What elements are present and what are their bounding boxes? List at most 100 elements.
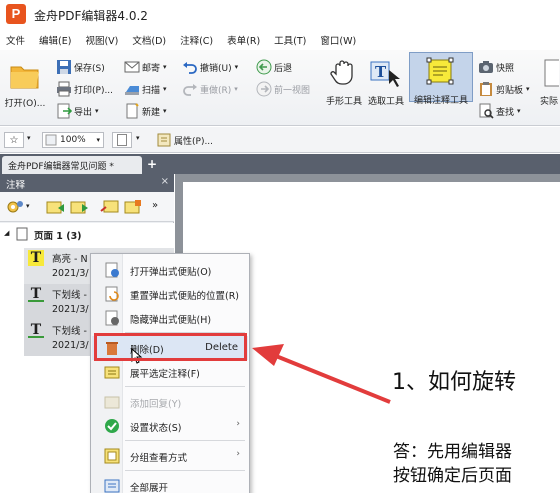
- email-button[interactable]: 邮寄 ▾: [124, 58, 167, 76]
- undo-button[interactable]: 撤销(U) ▾: [182, 58, 238, 76]
- menu-window[interactable]: 窗口(W): [320, 33, 356, 47]
- new-label: 新建: [142, 107, 161, 118]
- text-cursor-icon: T: [369, 56, 403, 90]
- settings-toggle-button[interactable]: ☆: [4, 132, 24, 148]
- new-button[interactable]: 新建 ▾: [124, 102, 167, 120]
- save-button[interactable]: 保存(S): [56, 58, 105, 76]
- export-button[interactable]: 导出 ▾: [56, 102, 99, 120]
- open-button[interactable]: 打开(O)...: [2, 58, 48, 109]
- mail-icon: [124, 59, 140, 75]
- edit-annotation-tool-label: 编辑注释工具: [413, 96, 468, 106]
- printer-icon: [56, 81, 72, 97]
- menu-item-expand-all[interactable]: 全部展开: [92, 474, 248, 493]
- next-annotation-icon[interactable]: [46, 199, 66, 218]
- window-title: 金舟PDF编辑器4.0.2: [34, 9, 148, 23]
- menu-item-set-status[interactable]: 设置状态(S) ›: [92, 414, 248, 438]
- menu-item-add-reply[interactable]: 添加回复(Y): [92, 390, 248, 414]
- edit-annotation-tool-button[interactable]: 编辑注释工具: [409, 52, 473, 106]
- underline-text-icon: T: [28, 286, 44, 302]
- expand-all-icon: [104, 478, 120, 493]
- email-label: 邮寄: [142, 63, 161, 74]
- page-layout-icon: [117, 134, 127, 146]
- hand-icon: [327, 56, 361, 90]
- annotation-date: 2021/3/: [52, 304, 89, 315]
- menu-form[interactable]: 表单(R): [227, 33, 260, 47]
- comments-panel-title: 注释: [6, 180, 26, 191]
- menu-item-hide-popup[interactable]: 隐藏弹出式便贴(H): [92, 306, 248, 330]
- settings-gear-icon[interactable]: [6, 199, 24, 218]
- page-icon: [539, 56, 560, 90]
- tab-document[interactable]: 金舟PDF编辑器常见问题 *: [2, 156, 142, 174]
- menu-comment[interactable]: 注释(C): [180, 33, 213, 47]
- clipboard-button[interactable]: 剪贴板 ▾: [478, 80, 530, 98]
- back-label: 后退: [274, 63, 293, 74]
- tutorial-highlight-box: [94, 333, 247, 361]
- menu-tools[interactable]: 工具(T): [274, 33, 306, 47]
- page-layout-dropdown-icon[interactable]: ▾: [136, 134, 140, 142]
- menu-edit[interactable]: 编辑(E): [39, 33, 71, 47]
- reply-icon: [104, 394, 120, 410]
- find-label: 查找: [496, 107, 515, 118]
- menu-item-reset-popup-position[interactable]: 重置弹出式便贴的位置(R): [92, 282, 248, 306]
- snapshot-button[interactable]: 快照: [478, 58, 514, 76]
- menu-item-label: 展平选定注释(F): [130, 369, 200, 380]
- menu-item-label: 分组查看方式: [130, 453, 188, 464]
- menu-document[interactable]: 文档(D): [132, 33, 166, 47]
- menu-item-label: 隐藏弹出式便贴(H): [130, 315, 212, 326]
- document-heading: 1、如何旋转: [392, 370, 516, 395]
- menu-item-open-popup[interactable]: 打开弹出式便贴(O): [92, 258, 248, 282]
- scanner-icon: [124, 81, 140, 97]
- menu-item-label: 重置弹出式便贴的位置(R): [130, 291, 240, 302]
- page-layout-button[interactable]: [112, 132, 132, 148]
- more-tools-icon[interactable]: »: [152, 200, 158, 211]
- document-tab-strip: 金舟PDF编辑器常见问题 * +: [0, 154, 560, 174]
- app-logo-icon: P: [6, 4, 26, 24]
- settings-dropdown-icon[interactable]: ▾: [27, 134, 31, 142]
- page-icon: [16, 227, 28, 244]
- menu-item-label: 设置状态(S): [130, 423, 182, 434]
- hand-tool-button[interactable]: 手形工具: [322, 56, 366, 107]
- menu-item-group-view[interactable]: 分组查看方式 ›: [92, 444, 248, 468]
- menu-separator: [125, 386, 245, 387]
- redo-icon: [182, 81, 198, 97]
- actual-size-button[interactable]: 实际: [538, 56, 560, 107]
- collapse-triangle-icon[interactable]: ◢: [4, 229, 9, 237]
- save-label: 保存(S): [74, 63, 105, 74]
- actual-size-label: 实际: [539, 97, 558, 107]
- email-dropdown-icon: ▾: [163, 63, 167, 71]
- annotation-reply-icon[interactable]: [100, 199, 120, 218]
- settings-gear-dropdown-icon[interactable]: ▾: [26, 202, 30, 210]
- menu-item-label: 全部展开: [130, 483, 169, 493]
- panel-close-icon[interactable]: ×: [161, 176, 169, 187]
- export-icon: [56, 103, 73, 119]
- redo-button[interactable]: 重做(R) ▾: [182, 80, 238, 98]
- export-label: 导出: [74, 107, 93, 118]
- hand-tool-label: 手形工具: [325, 97, 362, 107]
- print-button[interactable]: 打印(P)...: [56, 80, 113, 98]
- properties-toolbar: ☆ ▾ 100% ▾ ▾ 属性(P)...: [0, 127, 560, 153]
- forward-label: 前一视图: [274, 85, 311, 96]
- find-button[interactable]: 查找 ▾: [478, 102, 521, 120]
- annotation-flag-icon[interactable]: [124, 199, 144, 218]
- forward-arrow-icon: [256, 81, 272, 97]
- menu-item-flatten[interactable]: 展平选定注释(F): [92, 360, 248, 384]
- previous-annotation-icon[interactable]: [70, 199, 90, 218]
- comments-panel-toolbar: ▾ »: [0, 192, 174, 222]
- back-button[interactable]: 后退: [256, 58, 292, 76]
- forward-button[interactable]: 前一视图: [256, 80, 310, 98]
- properties-icon: [156, 132, 172, 148]
- menu-file[interactable]: 文件: [6, 33, 25, 47]
- new-document-icon: [124, 103, 140, 119]
- redo-dropdown-icon: ▾: [234, 85, 238, 93]
- new-tab-button[interactable]: +: [146, 158, 158, 170]
- menu-view[interactable]: 视图(V): [85, 33, 118, 47]
- scan-button[interactable]: 扫描 ▾: [124, 80, 167, 98]
- annotation-date: 2021/3/: [52, 340, 89, 351]
- menu-separator: [125, 440, 245, 441]
- properties-button[interactable]: 属性(P)...: [156, 131, 213, 149]
- camera-icon: [478, 59, 494, 75]
- zoom-select[interactable]: 100% ▾: [42, 132, 104, 148]
- properties-label: 属性(P)...: [174, 136, 214, 147]
- select-tool-button[interactable]: T 选取工具: [364, 56, 408, 107]
- page-node-label[interactable]: 页面 1 (3): [34, 228, 82, 242]
